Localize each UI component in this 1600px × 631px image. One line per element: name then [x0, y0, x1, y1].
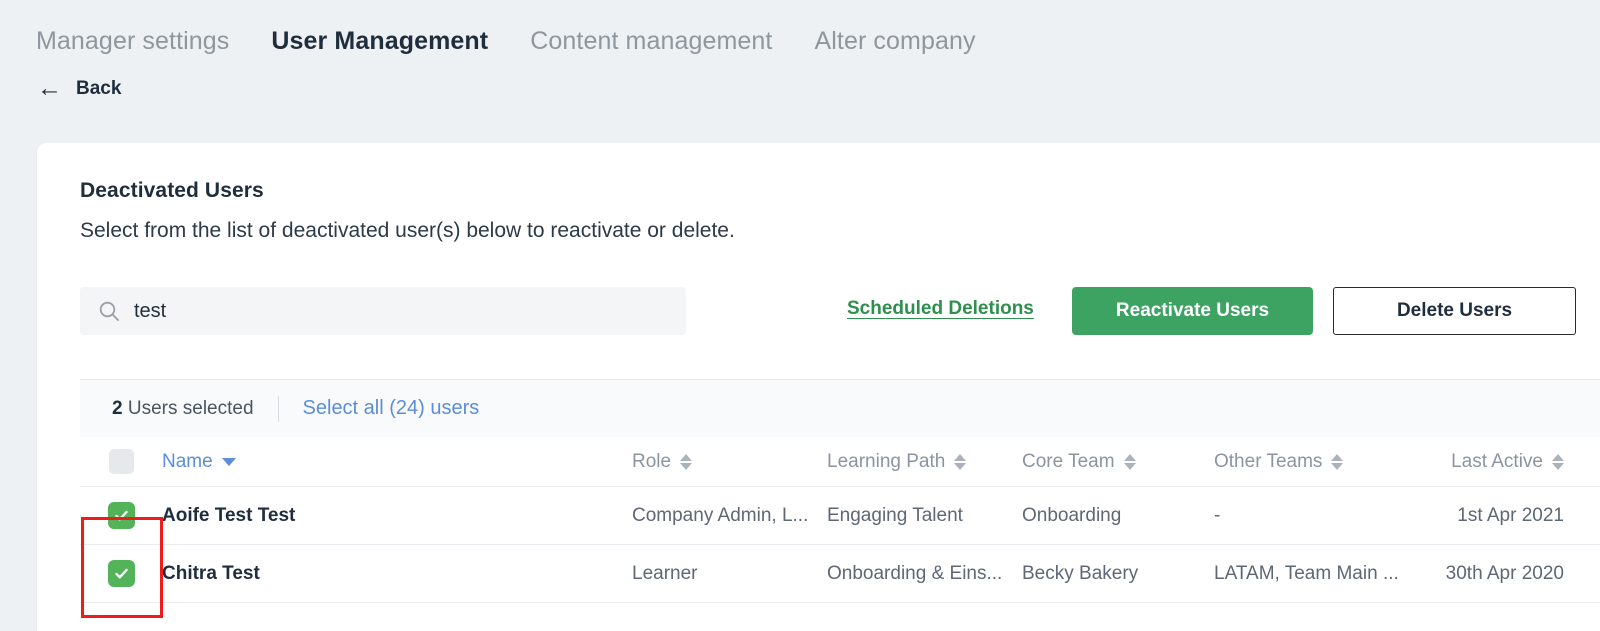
scheduled-deletions-link[interactable]: Scheduled Deletions [847, 298, 1034, 320]
select-all-link[interactable]: Select all (24) users [303, 397, 480, 420]
tab-content-management[interactable]: Content management [530, 27, 772, 56]
header-label-last-active: Last Active [1451, 450, 1543, 472]
sort-arrows-icon [680, 453, 693, 470]
cell-name: Chitra Test [162, 563, 632, 585]
sort-core-team-button[interactable]: Core Team [1022, 451, 1136, 473]
header-label-other-teams: Other Teams [1214, 450, 1323, 472]
header-label-name: Name [162, 450, 213, 472]
header-cell-last-active: Last Active [1426, 451, 1600, 473]
back-navigation[interactable]: ← Back [0, 62, 1600, 116]
search-icon [98, 300, 120, 322]
header-label-learning-path: Learning Path [827, 450, 946, 472]
sort-other-teams-button[interactable]: Other Teams [1214, 450, 1344, 473]
table-row[interactable]: Aoife Test Test Company Admin, L... Enga… [80, 487, 1600, 545]
sort-last-active-button[interactable]: Last Active [1451, 451, 1564, 473]
delete-users-button[interactable]: Delete Users [1333, 287, 1576, 335]
search-input[interactable]: test [80, 287, 686, 335]
header-cell-name: Name [162, 451, 632, 473]
header-cell-role: Role [632, 451, 827, 473]
chevron-down-icon [221, 457, 236, 466]
sort-arrows-icon [954, 453, 967, 470]
sort-arrows-icon [1552, 453, 1564, 470]
row-checkbox[interactable] [107, 502, 135, 529]
header-cell-core-team: Core Team [1022, 451, 1214, 473]
tab-alter-company[interactable]: Alter company [814, 27, 975, 56]
primary-tab-bar: Manager settings User Management Content… [0, 0, 1600, 62]
selected-count-text: Users selected [122, 397, 254, 419]
sort-role-button[interactable]: Role [632, 450, 693, 473]
arrow-left-icon: ← [37, 73, 62, 102]
users-table: Name Role Learning Path Core Team Other … [80, 437, 1600, 603]
cell-last-active: 1st Apr 2021 [1457, 504, 1564, 526]
page-title: Deactivated Users [80, 179, 264, 202]
row-checkbox[interactable] [107, 560, 135, 587]
reactivate-users-button[interactable]: Reactivate Users [1072, 287, 1313, 335]
row-select-cell [80, 502, 162, 529]
page-subtitle: Select from the list of deactivated user… [80, 219, 735, 242]
header-select-all-cell [80, 449, 162, 474]
header-cell-other-teams: Other Teams [1214, 451, 1426, 473]
cell-last-active: 30th Apr 2020 [1445, 562, 1564, 584]
tab-manager-settings[interactable]: Manager settings [36, 27, 229, 56]
cell-core-team: Onboarding [1022, 504, 1122, 526]
tab-user-management[interactable]: User Management [271, 27, 488, 56]
table-header-row: Name Role Learning Path Core Team Other … [80, 437, 1600, 487]
sort-learning-path-button[interactable]: Learning Path [827, 450, 967, 473]
user-name: Aoife Test Test [162, 504, 296, 526]
table-row[interactable]: Chitra Test Learner Onboarding & Eins...… [80, 545, 1600, 603]
selected-count-value: 2 [112, 397, 123, 419]
select-all-checkbox[interactable] [108, 449, 134, 474]
header-cell-learning-path: Learning Path [827, 451, 1022, 473]
cell-learning-path: Onboarding & Eins... [827, 562, 1003, 584]
controls-row: test Scheduled Deletions Reactivate User… [80, 287, 1576, 335]
selected-count-label: 2 Users selected [112, 398, 254, 420]
sort-name-button[interactable]: Name [162, 451, 236, 473]
back-label[interactable]: Back [76, 78, 121, 100]
cell-learning-path: Engaging Talent [827, 504, 963, 526]
sort-arrows-icon [1331, 453, 1344, 470]
deactivated-users-panel: Deactivated Users Select from the list o… [37, 143, 1600, 631]
cell-other-teams: - [1214, 504, 1221, 526]
cell-name: Aoife Test Test [162, 505, 632, 527]
selection-summary-bar: 2 Users selected Select all (24) users [80, 379, 1600, 437]
user-name: Chitra Test [162, 562, 260, 584]
header-label-core-team: Core Team [1022, 450, 1115, 472]
sort-arrows-icon [1123, 453, 1136, 470]
cell-other-teams: LATAM, Team Main ... [1214, 562, 1399, 584]
cell-role: Company Admin, L... [632, 504, 809, 526]
cell-core-team: Becky Bakery [1022, 562, 1139, 584]
search-value: test [134, 299, 167, 322]
divider [277, 395, 279, 422]
cell-role: Learner [632, 562, 698, 584]
header-label-role: Role [632, 450, 672, 472]
row-select-cell [80, 560, 162, 587]
